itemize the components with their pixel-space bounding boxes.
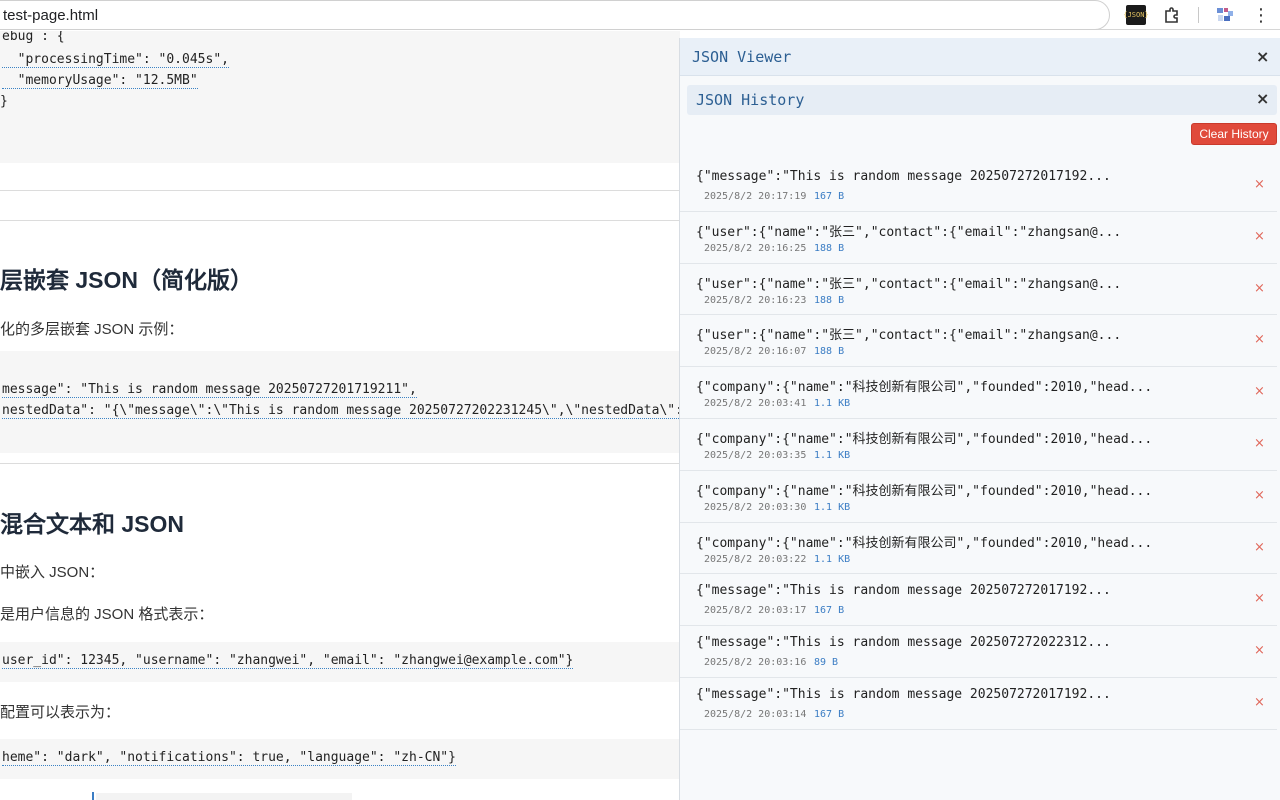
history-item-preview: {"company":{"name":"科技创新有限公司","founded":… (696, 535, 1153, 551)
code-line: nestedData": "{\"message\":\"This is ran… (2, 403, 680, 419)
history-item-time: 2025/8/2 20:16:07 (704, 346, 807, 358)
delete-item-icon[interactable]: × (1254, 488, 1265, 503)
history-item[interactable]: {"message":"This is random message 20250… (680, 574, 1277, 627)
clear-history-button[interactable]: Clear History (1191, 123, 1277, 145)
delete-item-icon[interactable]: × (1254, 229, 1265, 244)
history-item-size: 167 B (814, 605, 845, 617)
history-item-size: 89 B (814, 657, 839, 669)
delete-item-icon[interactable]: × (1254, 332, 1265, 347)
history-item[interactable]: {"company":{"name":"科技创新有限公司","founded":… (680, 523, 1277, 575)
code-line: heme": "dark", "notifications": true, "l… (2, 750, 456, 766)
browser-menu-icon[interactable]: ⋮ (1251, 5, 1271, 26)
code-line: "memoryUsage": "12.5MB" (2, 73, 198, 89)
json-viewer-title: JSON Viewer (692, 48, 792, 66)
history-item-time: 2025/8/2 20:03:14 (704, 708, 807, 720)
section-description: 中嵌入 JSON： (0, 564, 105, 581)
json-viewer-header: JSON Viewer × (680, 38, 1280, 76)
json-history-title: JSON History (696, 91, 805, 109)
history-item-size: 1.1 KB (814, 449, 851, 461)
history-item-preview: {"message":"This is random message 20250… (696, 635, 1111, 651)
address-bar[interactable]: test-page.html (0, 0, 1110, 30)
browser-toolbar: test-page.html {JSON} ⋮ (0, 0, 1280, 30)
history-item-preview: {"message":"This is random message 20250… (696, 686, 1111, 702)
history-item[interactable]: {"company":{"name":"科技创新有限公司","founded":… (680, 471, 1277, 523)
extensions-puzzle-icon[interactable] (1162, 5, 1182, 25)
code-line: ebug : { (2, 31, 65, 44)
history-item-time: 2025/8/2 20:16:23 (704, 294, 807, 306)
text-input-area[interactable] (0, 190, 680, 221)
history-item-time: 2025/8/2 20:03:41 (704, 398, 807, 410)
history-item-preview: {"message":"This is random message 20250… (696, 583, 1111, 599)
delete-item-icon[interactable]: × (1254, 540, 1265, 555)
history-item[interactable]: {"message":"This is random message 20250… (680, 626, 1277, 678)
partial-block (96, 793, 352, 800)
page-content: ebug : { "processingTime": "0.045s", "me… (0, 31, 680, 800)
profile-avatar-icon[interactable] (1215, 5, 1235, 25)
history-item-size: 188 B (814, 294, 845, 306)
section-description: 化的多层嵌套 JSON 示例： (0, 321, 184, 338)
delete-item-icon[interactable]: × (1254, 643, 1265, 658)
section-heading-mixed: 混合文本和 JSON (0, 511, 185, 537)
json-extension-icon[interactable]: {JSON} (1123, 5, 1149, 25)
history-item-time: 2025/8/2 20:17:19 (704, 191, 807, 202)
code-block-debug: ebug : { "processingTime": "0.045s", "me… (0, 31, 680, 163)
history-item[interactable]: {"message":"This is random message 20250… (680, 160, 1277, 212)
code-block-nested: message": "This is random message 202507… (0, 351, 680, 453)
section-description: 配置可以表示为： (0, 704, 121, 721)
history-item[interactable]: {"user":{"name":"张三","contact":{"email":… (680, 315, 1277, 368)
history-item[interactable]: {"user":{"name":"张三","contact":{"email":… (680, 212, 1277, 264)
delete-item-icon[interactable]: × (1254, 384, 1265, 399)
section-heading-nested: 层嵌套 JSON（简化版） (0, 267, 254, 293)
code-inline-config: heme": "dark", "notifications": true, "l… (0, 739, 680, 779)
delete-item-icon[interactable]: × (1254, 177, 1265, 192)
history-item-size: 1.1 KB (814, 501, 851, 513)
delete-item-icon[interactable]: × (1254, 436, 1265, 451)
code-line: } (0, 94, 8, 109)
address-text: test-page.html (3, 7, 99, 24)
delete-item-icon[interactable]: × (1254, 281, 1265, 296)
history-item-preview: {"company":{"name":"科技创新有限公司","founded":… (696, 483, 1153, 499)
json-history-header: JSON History × (687, 85, 1277, 115)
code-line: user_id": 12345, "username": "zhangwei",… (2, 653, 574, 669)
history-item-preview: {"user":{"name":"张三","contact":{"email":… (696, 328, 1122, 344)
history-item-preview: {"user":{"name":"张三","contact":{"email":… (696, 276, 1122, 292)
section-description: 是用户信息的 JSON 格式表示： (0, 606, 214, 623)
history-item-preview: {"company":{"name":"科技创新有限公司","founded":… (696, 431, 1153, 447)
history-item[interactable]: {"company":{"name":"科技创新有限公司","founded":… (680, 419, 1277, 471)
history-item-time: 2025/8/2 20:03:17 (704, 605, 807, 617)
history-item-size: 188 B (814, 346, 845, 358)
history-item-preview: {"company":{"name":"科技创新有限公司","founded":… (696, 380, 1153, 396)
history-item-time: 2025/8/2 20:03:22 (704, 553, 807, 565)
history-item-preview: {"message":"This is random message 20250… (696, 169, 1111, 184)
history-item[interactable]: {"user":{"name":"张三","contact":{"email":… (680, 264, 1277, 316)
history-item-time: 2025/8/2 20:03:16 (704, 657, 807, 669)
code-inline-user: user_id": 12345, "username": "zhangwei",… (0, 642, 680, 682)
close-viewer-icon[interactable]: × (1256, 47, 1269, 66)
delete-item-icon[interactable]: × (1254, 695, 1265, 710)
history-item-size: 188 B (814, 242, 845, 254)
close-history-icon[interactable]: × (1256, 89, 1269, 108)
history-item[interactable]: {"company":{"name":"科技创新有限公司","founded":… (680, 367, 1277, 419)
history-list: {"message":"This is random message 20250… (680, 160, 1280, 730)
history-item-size: 167 B (814, 191, 845, 202)
code-line: "processingTime": "0.045s", (2, 52, 229, 68)
history-item-time: 2025/8/2 20:03:35 (704, 449, 807, 461)
history-item-time: 2025/8/2 20:03:30 (704, 501, 807, 513)
toolbar-separator (1198, 7, 1199, 23)
json-viewer-panel: JSON Viewer × JSON History × Clear Histo… (679, 38, 1280, 800)
history-item-size: 167 B (814, 708, 845, 720)
code-line: message": "This is random message 202507… (2, 382, 417, 398)
history-item[interactable]: {"message":"This is random message 20250… (680, 678, 1277, 730)
delete-item-icon[interactable]: × (1254, 591, 1265, 606)
scroll-marker (92, 792, 94, 800)
history-item-preview: {"user":{"name":"张三","contact":{"email":… (696, 224, 1122, 240)
history-item-time: 2025/8/2 20:16:25 (704, 242, 807, 254)
section-divider (0, 463, 680, 464)
history-item-size: 1.1 KB (814, 553, 851, 565)
history-item-size: 1.1 KB (814, 398, 851, 410)
